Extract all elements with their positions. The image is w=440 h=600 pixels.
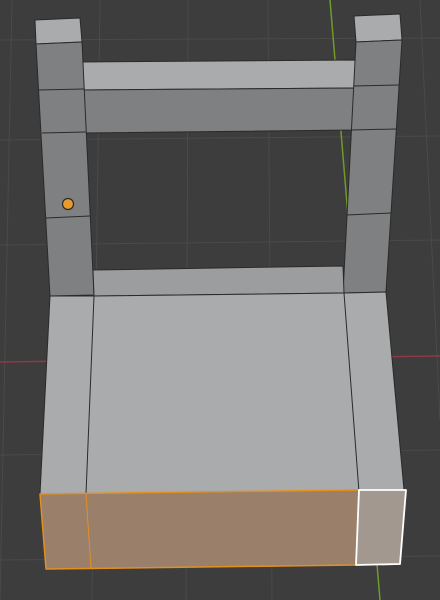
crossbar-front-face[interactable]: [81, 87, 357, 134]
grid-line: [419, 0, 440, 421]
right-leg-top-face[interactable]: [353, 13, 403, 43]
crossbar-top-face[interactable]: [79, 59, 357, 91]
viewport-canvas[interactable]: [0, 0, 440, 600]
3d-viewport[interactable]: [0, 0, 440, 600]
chair-mesh[interactable]: [34, 13, 407, 570]
grid-line: [0, 0, 13, 600]
seat-back-strip-face[interactable]: [92, 265, 345, 297]
seat-top-face[interactable]: [39, 291, 405, 495]
left-leg-top-face[interactable]: [34, 17, 83, 45]
active-face[interactable]: [355, 489, 407, 566]
object-origin-marker: [61, 197, 75, 211]
selected-front-face[interactable]: [39, 489, 360, 570]
